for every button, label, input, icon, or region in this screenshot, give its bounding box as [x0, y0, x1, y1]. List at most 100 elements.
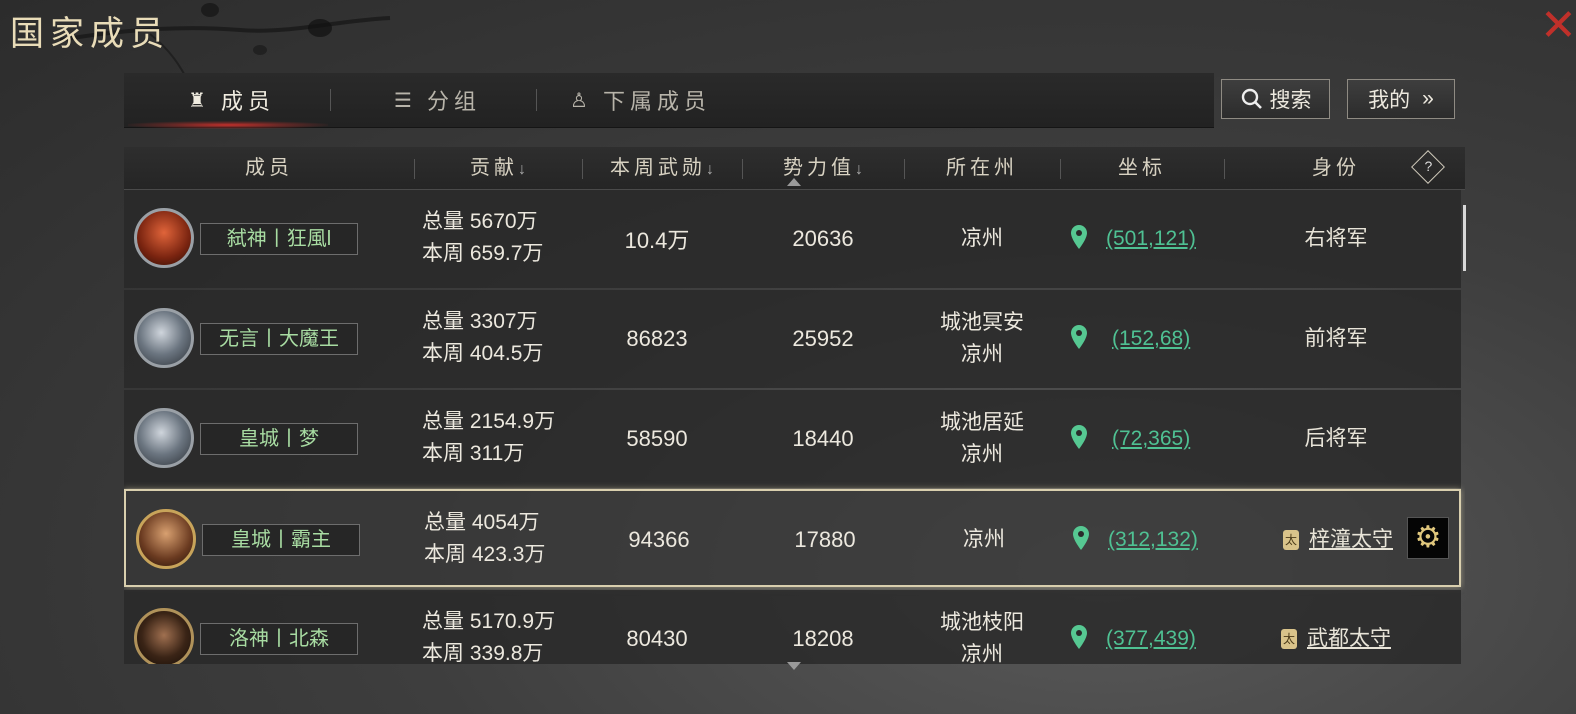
rank-text: 武都太守 [1307, 627, 1391, 650]
state-line: 凉州 [963, 528, 1005, 551]
mine-button-label: 我的 [1368, 89, 1411, 112]
col-contribution-sort[interactable]: 贡献↓ [414, 147, 582, 189]
location-pin-icon [1071, 225, 1087, 249]
contribution-total: 总量 4054万 [424, 511, 540, 534]
rank-link[interactable]: 太梓潼太守 [1256, 491, 1420, 589]
search-button[interactable]: 搜索 [1221, 79, 1330, 119]
contribution-week: 本周 659.7万 [422, 242, 544, 265]
table-row[interactable]: 弑神丨狂風l 总量 5670万 本周 659.7万 10.4万 20636 凉州… [124, 190, 1461, 288]
rank-label: 右将军 [1254, 190, 1418, 288]
tab-bar: ♜ 成员 ☰ 分组 ♙ 下属成员 [124, 73, 1214, 129]
state-line: 凉州 [961, 443, 1003, 466]
contribution-week: 本周 339.8万 [422, 642, 544, 664]
contribution-week: 本周 311万 [422, 442, 525, 465]
col-state: 所在州 [946, 157, 1018, 179]
avatar[interactable] [134, 308, 194, 368]
coords-link[interactable]: (312,132) [1108, 491, 1198, 589]
rank-text: 后将军 [1304, 427, 1368, 450]
avatar[interactable] [134, 608, 194, 664]
weekly-merit: 86823 [626, 326, 688, 351]
mine-button[interactable]: 我的 » [1347, 79, 1455, 119]
tab-groups[interactable]: ☰ 分组 [394, 73, 481, 127]
search-button-label: 搜索 [1269, 89, 1312, 112]
tab-members[interactable]: ♜ 成员 [128, 73, 328, 129]
avatar[interactable] [134, 208, 194, 268]
power-value: 18208 [792, 626, 854, 651]
rank-text: 右将军 [1304, 227, 1368, 250]
state: 凉州 [906, 491, 1062, 589]
tab-groups-label: 分组 [426, 89, 481, 114]
contribution-week: 本周 404.5万 [422, 342, 544, 365]
gear-icon[interactable]: ⚙ [1407, 517, 1449, 559]
contribution-total: 总量 5170.9万 [422, 610, 556, 633]
avatar[interactable] [136, 509, 196, 569]
location-pin-icon [1071, 625, 1087, 649]
table-row[interactable]: 无言丨大魔王 总量 3307万 本周 404.5万 86823 25952 城池… [124, 290, 1461, 388]
list-icon: ☰ [394, 89, 417, 112]
question-icon: ? [1424, 158, 1433, 175]
location-pin-icon [1073, 526, 1089, 550]
tab-divider [330, 89, 331, 111]
col-divider [1224, 159, 1225, 179]
tab-subordinates-label: 下属成员 [602, 89, 711, 114]
table-row[interactable]: 洛神丨北森 总量 5170.9万 本周 339.8万 80430 18208 城… [124, 590, 1461, 664]
governor-badge-icon: 太 [1283, 530, 1299, 551]
contribution-total: 总量 5670万 [422, 210, 538, 233]
member-name: 无言丨大魔王 [200, 323, 358, 355]
state: 城池枝阳 凉州 [904, 590, 1060, 664]
rank-link[interactable]: 太武都太守 [1254, 590, 1418, 664]
contribution: 总量 2154.9万 本周 311万 [422, 406, 555, 470]
weekly-merit: 58590 [626, 426, 688, 451]
contribution: 总量 5670万 本周 659.7万 [422, 206, 543, 270]
col-weekly-merit-label: 本周武勋 [610, 157, 706, 179]
scrollbar[interactable] [1463, 205, 1466, 271]
weekly-merit: 94366 [628, 527, 690, 552]
col-rank: 身份 [1312, 157, 1360, 179]
active-tab-indicator [128, 121, 328, 129]
scroll-up-indicator [787, 178, 801, 186]
state: 凉州 [904, 190, 1060, 288]
state-line: 城池冥安 [940, 311, 1024, 334]
weekly-merit: 80430 [626, 626, 688, 651]
contribution-total: 总量 2154.9万 [422, 410, 556, 433]
search-icon [1241, 88, 1262, 109]
contribution-week: 本周 423.3万 [424, 543, 546, 566]
weekly-merit: 10.4万 [624, 228, 690, 253]
state: 城池居延 凉州 [904, 390, 1060, 488]
contribution: 总量 4054万 本周 423.3万 [424, 507, 545, 571]
power-value: 17880 [794, 527, 856, 552]
member-name: 弑神丨狂風l [200, 223, 358, 255]
coords-link[interactable]: (377,439) [1106, 590, 1196, 664]
tab-subordinates[interactable]: ♙ 下属成员 [570, 73, 711, 127]
rank-label: 前将军 [1254, 290, 1418, 388]
state-line: 凉州 [961, 643, 1003, 664]
location-pin-icon [1071, 325, 1087, 349]
avatar[interactable] [134, 408, 194, 468]
power-value: 20636 [792, 226, 854, 251]
contribution-total: 总量 3307万 [422, 310, 538, 333]
coords-link[interactable]: (152,68) [1112, 290, 1190, 388]
power-value: 25952 [792, 326, 854, 351]
tab-members-label: 成员 [220, 89, 275, 114]
coords-link[interactable]: (72,365) [1112, 390, 1190, 488]
window-title: 国家成员 [10, 14, 170, 54]
state-line: 凉州 [961, 227, 1003, 250]
member-table: 弑神丨狂風l 总量 5670万 本周 659.7万 10.4万 20636 凉州… [124, 190, 1465, 664]
col-weekly-merit-sort[interactable]: 本周武勋↓ [582, 147, 742, 189]
table-row[interactable]: 皇城丨梦 总量 2154.9万 本周 311万 58590 18440 城池居延… [124, 390, 1461, 488]
sort-down-icon: ↓ [855, 161, 863, 178]
table-row-selected[interactable]: 皇城丨霸主 总量 4054万 本周 423.3万 94366 17880 凉州 … [124, 489, 1461, 587]
scroll-down-indicator [787, 662, 801, 670]
governor-badge-icon: 太 [1281, 629, 1297, 650]
col-power-label: 势力值 [783, 157, 855, 179]
tab-divider [536, 89, 537, 111]
contribution: 总量 5170.9万 本周 339.8万 [422, 606, 555, 664]
col-member: 成员 [245, 157, 293, 179]
member-icon: ♜ [188, 89, 211, 112]
col-power-sort[interactable]: 势力值↓ [742, 147, 904, 189]
close-icon[interactable]: ✕ [1540, 4, 1576, 50]
rank-text: 前将军 [1304, 327, 1368, 350]
sort-down-icon: ↓ [706, 161, 714, 178]
coords-link[interactable]: (501,121) [1106, 190, 1196, 288]
col-coords: 坐标 [1118, 157, 1166, 179]
